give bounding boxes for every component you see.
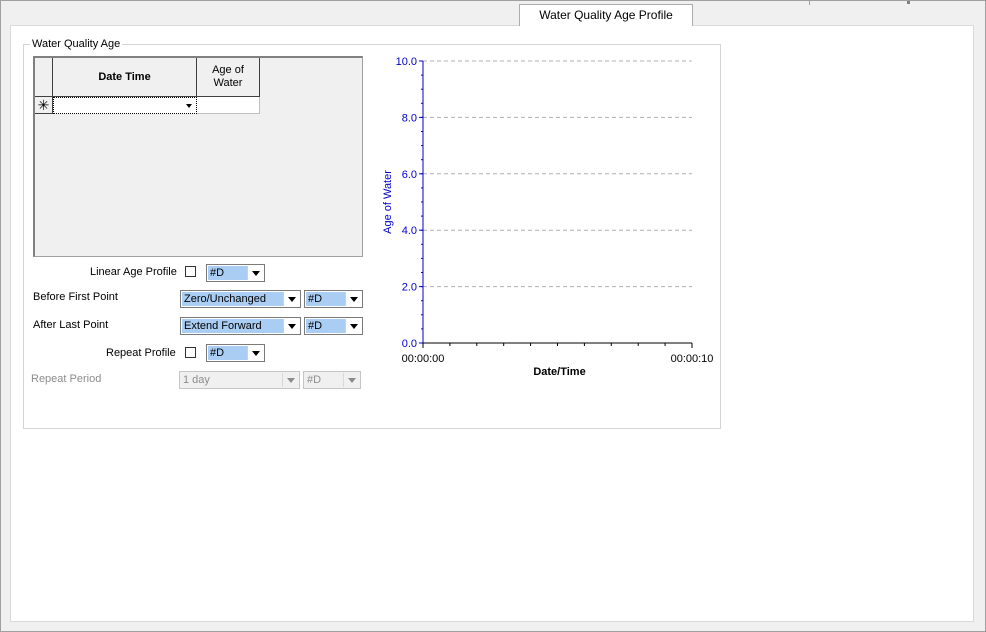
tab-water-quality-age-profile[interactable]: Water Quality Age Profile [519, 4, 693, 26]
select-value: #D [208, 346, 247, 360]
chevron-down-icon [348, 378, 356, 383]
new-row-marker: ✳ [35, 97, 53, 114]
select-value: #D [305, 373, 343, 387]
column-header-label: Age of [212, 64, 244, 76]
y-tick-label: 6.0 [402, 169, 417, 181]
y-axis-title: Age of Water [382, 170, 394, 234]
grid-corner-header [35, 58, 53, 97]
x-axis-title: Date/Time [533, 366, 585, 378]
select-value: #D [306, 292, 345, 306]
dropdown-button[interactable] [283, 292, 299, 306]
top-strip [1, 1, 985, 25]
age-of-water-cell[interactable] [197, 97, 260, 114]
repeat-profile-unit-select[interactable]: #D [206, 344, 265, 362]
x-tick-label: 00:00:00 [402, 353, 445, 365]
select-value: Zero/Unchanged [182, 292, 283, 306]
select-value: #D [208, 266, 247, 280]
after-last-point-unit-select[interactable]: #D [304, 317, 363, 335]
dropdown-button[interactable] [247, 266, 263, 280]
y-tick-label: 10.0 [396, 56, 417, 68]
chevron-down-icon [350, 324, 358, 329]
column-header-label: Date Time [98, 70, 151, 83]
select-value: 1 day [181, 373, 282, 387]
dropdown-button[interactable] [247, 346, 263, 360]
repeat-period-unit-select[interactable]: #D [303, 371, 361, 389]
before-first-point-label: Before First Point [33, 291, 118, 303]
x-tick-label: 00:00:10 [671, 353, 714, 365]
chevron-down-icon [288, 297, 296, 302]
after-last-point-select[interactable]: Extend Forward [180, 317, 301, 335]
group-title: Water Quality Age [30, 38, 123, 50]
data-grid[interactable]: Date Time Age of Water ✳ [33, 56, 363, 257]
y-tick-label: 8.0 [402, 112, 417, 124]
dropdown-button[interactable] [282, 373, 298, 387]
repeat-period-select[interactable]: 1 day [179, 371, 300, 389]
dropdown-button[interactable] [283, 319, 299, 333]
repeat-period-label: Repeat Period [31, 373, 102, 385]
column-header-date-time[interactable]: Date Time [53, 58, 197, 97]
y-tick-label: 0.0 [402, 338, 417, 350]
tab-label: Water Quality Age Profile [539, 8, 673, 22]
chevron-down-icon[interactable] [186, 104, 192, 108]
before-first-point-unit-select[interactable]: #D [304, 290, 363, 308]
select-value: #D [306, 319, 345, 333]
column-header-label: Water [213, 77, 243, 89]
date-time-cell[interactable] [53, 97, 197, 114]
dropdown-button[interactable] [343, 373, 359, 387]
linear-age-profile-label: Linear Age Profile [90, 266, 177, 278]
dropdown-button[interactable] [345, 292, 361, 306]
y-tick-label: 2.0 [402, 282, 417, 294]
chevron-down-icon [252, 271, 260, 276]
dropdown-button[interactable] [345, 319, 361, 333]
before-first-point-select[interactable]: Zero/Unchanged [180, 290, 301, 308]
divider [907, 1, 910, 4]
age-profile-chart: 0.0 2.0 4.0 6.0 8.0 10.0 00:00:00 00:00:10 Date/… [382, 56, 714, 378]
chevron-down-icon [287, 378, 295, 383]
after-last-point-label: After Last Point [33, 319, 109, 331]
linear-age-profile-unit-select[interactable]: #D [206, 264, 265, 282]
repeat-profile-checkbox[interactable] [185, 347, 196, 358]
divider [809, 1, 810, 5]
column-header-age-of-water[interactable]: Age of Water [197, 58, 260, 97]
chevron-down-icon [350, 297, 358, 302]
linear-age-profile-checkbox[interactable] [185, 266, 196, 277]
chevron-down-icon [252, 351, 260, 356]
repeat-profile-label: Repeat Profile [106, 347, 176, 359]
chevron-down-icon [288, 324, 296, 329]
select-value: Extend Forward [182, 319, 283, 333]
y-tick-label: 4.0 [402, 225, 417, 237]
